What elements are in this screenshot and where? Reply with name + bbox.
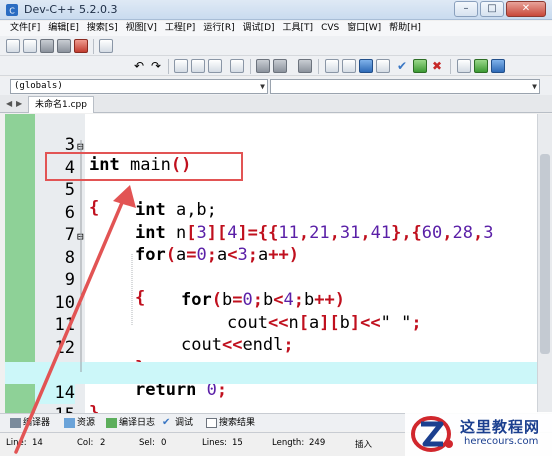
project-options-icon[interactable] <box>491 59 505 73</box>
file-tab-bar: ◀ ▶ 未命名1.cpp <box>0 95 552 113</box>
scrollbar-thumb[interactable] <box>540 154 550 354</box>
grid-icon <box>10 418 21 428</box>
goto-line-icon[interactable] <box>230 59 244 73</box>
compile-run-icon[interactable] <box>359 59 373 73</box>
menu-cvs[interactable]: CVS <box>321 21 339 36</box>
status-length-label: Length: <box>272 438 305 448</box>
menu-edit[interactable]: 编辑[E] <box>48 21 79 36</box>
back-icon[interactable] <box>256 59 270 73</box>
chevron-down-icon: ▼ <box>532 82 537 91</box>
menu-debug[interactable]: 调试[D] <box>243 21 275 36</box>
function-combo[interactable]: ▼ <box>270 79 540 94</box>
compile-icon[interactable] <box>325 59 339 73</box>
status-line-label: Line: <box>6 438 27 448</box>
menu-bar: 文件[F] 编辑[E] 搜索[S] 视图[V] 工程[P] 运行[R] 调试[D… <box>0 21 552 36</box>
status-col-label: Col: <box>77 438 94 448</box>
watermark-logo-icon <box>411 416 453 452</box>
watermark-url: herecours.com <box>464 436 539 447</box>
toggle-bookmark-icon[interactable] <box>298 59 312 73</box>
check-syntax-icon[interactable]: ✔ <box>395 59 409 73</box>
menu-run[interactable]: 运行[R] <box>203 21 234 36</box>
status-lines-value: 15 <box>232 438 243 448</box>
project-new-icon[interactable] <box>457 59 471 73</box>
devcpp-app-icon: C <box>6 4 18 16</box>
new-file-icon[interactable] <box>6 39 20 53</box>
tab-next-icon[interactable]: ▶ <box>16 99 22 108</box>
tab-search-results[interactable]: 搜索结果 <box>204 416 255 431</box>
find-icon[interactable] <box>174 59 188 73</box>
maximize-button[interactable]: □ <box>480 1 504 17</box>
print-icon[interactable] <box>99 39 113 53</box>
scope-combo[interactable]: (globals) ▼ <box>10 79 268 94</box>
scope-bar: (globals) ▼ ▼ <box>0 77 552 95</box>
save-icon[interactable] <box>40 39 54 53</box>
highlight-box <box>45 152 243 181</box>
menu-window[interactable]: 窗口[W] <box>347 21 381 36</box>
resource-icon <box>64 418 75 428</box>
search-results-icon <box>206 418 217 428</box>
window-title: Dev-C++ 5.2.0.3 <box>24 3 118 16</box>
menu-view[interactable]: 视图[V] <box>126 21 157 36</box>
project-add-icon[interactable] <box>474 59 488 73</box>
status-length-value: 249 <box>309 438 326 448</box>
undo-icon[interactable]: ↶ <box>132 59 146 73</box>
status-sel-label: Sel: <box>139 438 155 448</box>
check-icon: ✔ <box>162 417 171 428</box>
minimize-button[interactable]: – <box>454 1 478 17</box>
chevron-down-icon: ▼ <box>260 82 265 91</box>
tab-debug[interactable]: ✔ 调试 <box>160 416 193 431</box>
edit-toolbar: ↶ ↷ ✔ ✖ <box>0 56 552 76</box>
menu-help[interactable]: 帮助[H] <box>389 21 421 36</box>
svg-text:C: C <box>9 7 15 16</box>
forward-icon[interactable] <box>273 59 287 73</box>
tab-compile-log[interactable]: 编译日志 <box>104 416 155 431</box>
bar-chart-icon <box>106 418 117 428</box>
menu-search[interactable]: 搜索[S] <box>87 21 118 36</box>
replace-icon[interactable] <box>191 59 205 73</box>
watermark-title: 这里教程网 <box>460 418 541 436</box>
menu-project[interactable]: 工程[P] <box>165 21 195 36</box>
open-file-icon[interactable] <box>23 39 37 53</box>
tab-compiler[interactable]: 编译器 <box>8 416 50 431</box>
tab-resources[interactable]: 资源 <box>62 416 95 431</box>
status-sel-value: 0 <box>161 438 167 448</box>
main-toolbar <box>0 36 552 56</box>
close-button[interactable]: ✕ <box>506 1 546 17</box>
site-watermark: 这里教程网 herecours.com <box>405 412 552 456</box>
save-all-icon[interactable] <box>57 39 71 53</box>
tab-prev-icon[interactable]: ◀ <box>6 99 12 108</box>
menu-file[interactable]: 文件[F] <box>10 21 40 36</box>
title-bar: C Dev-C++ 5.2.0.3 – □ ✕ <box>0 0 552 20</box>
status-lines-label: Lines: <box>202 438 228 448</box>
menu-tools[interactable]: 工具[T] <box>283 21 314 36</box>
file-tab-untitled1[interactable]: 未命名1.cpp <box>28 96 94 113</box>
status-col-value: 2 <box>100 438 106 448</box>
close-file-icon[interactable] <box>74 39 88 53</box>
profile-chart-icon[interactable] <box>413 59 427 73</box>
status-insert-mode: 插入 <box>355 440 373 450</box>
rebuild-icon[interactable] <box>376 59 390 73</box>
run-icon[interactable] <box>342 59 356 73</box>
stop-icon[interactable]: ✖ <box>430 59 444 73</box>
scope-value: (globals) <box>14 81 63 91</box>
find-next-icon[interactable] <box>208 59 222 73</box>
redo-icon[interactable]: ↷ <box>149 59 163 73</box>
vertical-scrollbar[interactable] <box>537 114 552 414</box>
status-line-value: 14 <box>32 438 43 448</box>
